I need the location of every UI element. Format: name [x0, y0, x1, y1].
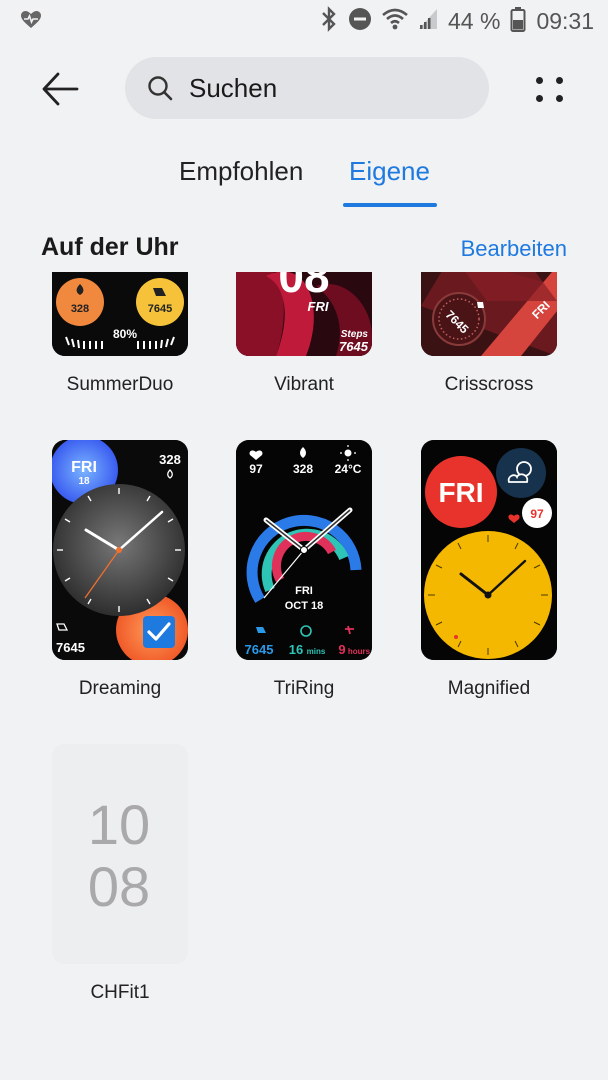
steps-value: 7645	[245, 642, 274, 657]
watchface-thumbnail: FRI 97	[421, 440, 557, 660]
watchface-vibrant[interactable]: 08 FRI Steps 7645 Vibrant	[236, 272, 372, 395]
watchface-name: Crisscross	[444, 374, 534, 395]
edit-button[interactable]: Bearbeiten	[461, 236, 567, 262]
clock: 09:31	[536, 7, 594, 34]
watchface-name: SummerDuo	[66, 374, 174, 395]
watchface-thumbnail: FRI 18 328 7645	[52, 440, 188, 660]
dot	[536, 95, 543, 102]
sun-icon	[344, 449, 352, 457]
back-button[interactable]	[36, 67, 84, 111]
watchface-summerduo[interactable]: 328 7645 80% SummerDuo	[52, 272, 188, 395]
day-value: FRI	[308, 299, 329, 314]
watchface-dreaming[interactable]: FRI 18 328 7645 Dreaming	[52, 440, 188, 699]
do-not-disturb-icon	[348, 7, 372, 36]
health-heart-icon	[20, 10, 42, 35]
more-options-button[interactable]	[530, 71, 570, 107]
dot	[556, 95, 563, 102]
steps-value: 7645	[56, 640, 85, 655]
calories-value: 328	[293, 462, 313, 476]
wifi-icon	[382, 7, 408, 36]
heart-value: 97	[249, 462, 263, 476]
day-value: FRI	[71, 459, 97, 476]
watchface-name: Magnified	[447, 678, 531, 699]
section-title: Auf der Uhr	[41, 233, 179, 261]
bluetooth-icon	[320, 5, 338, 37]
dot	[536, 77, 543, 84]
dot	[556, 77, 563, 84]
steps-value: 7645	[339, 339, 369, 354]
search-bar[interactable]	[125, 57, 489, 119]
watchface-thumbnail: 7645 FRI	[421, 272, 557, 356]
signal-icon	[418, 8, 438, 35]
battery-percent: 44 %	[448, 7, 501, 34]
minutes-value: 16	[289, 642, 303, 657]
date-value: OCT 18	[285, 600, 324, 612]
watchface-name: Dreaming	[78, 678, 162, 699]
status-bar: 44 % 09:31	[0, 0, 608, 44]
tab-empfohlen[interactable]: Empfohlen	[179, 156, 303, 187]
heart-value: 97	[530, 507, 544, 521]
search-icon	[147, 75, 173, 101]
day-value: FRI	[438, 477, 483, 508]
watchface-crisscross[interactable]: 7645 FRI Crisscross	[421, 272, 557, 395]
watchface-magnified[interactable]: FRI 97 Magnified	[421, 440, 557, 699]
minutes-unit: mins	[307, 647, 326, 656]
active-tab-indicator	[343, 203, 437, 207]
watchface-thumbnail: 10 08	[52, 744, 188, 964]
hour-value: 10	[88, 793, 150, 856]
watchface-thumbnail: 08 FRI Steps 7645	[236, 272, 372, 356]
search-input[interactable]	[189, 72, 439, 104]
battery-icon	[510, 6, 526, 37]
steps-circle	[136, 278, 184, 326]
watchface-name: Vibrant	[274, 374, 334, 395]
watchface-chfit1[interactable]: 10 08 CHFit1	[52, 744, 188, 1003]
watchface-grid: 328 7645 80% SummerDuo 08 FRI Steps 7645…	[0, 272, 608, 1080]
steps-value: 7645	[148, 303, 172, 315]
temperature-value: 24°C	[335, 462, 362, 476]
battery-value: 80%	[113, 327, 137, 341]
day-value: FRI	[295, 585, 313, 597]
tab-bar: Empfohlen Eigene	[0, 150, 608, 210]
back-arrow-icon	[42, 72, 79, 106]
hours-unit: hours	[348, 647, 371, 656]
date-value: 18	[78, 476, 90, 487]
top-bar	[0, 55, 608, 121]
hours-value: 9	[338, 642, 345, 657]
tab-eigene[interactable]: Eigene	[349, 156, 430, 187]
watchface-name: TriRing	[273, 678, 335, 699]
shoe-icon	[477, 302, 484, 308]
calories-value: 328	[159, 452, 181, 467]
watchface-triring[interactable]: 97 328 24°C FRI OCT 18 7645 16 mins 9 ho…	[236, 440, 372, 699]
watchface-thumbnail: 97 328 24°C FRI OCT 18 7645 16 mins 9 ho…	[236, 440, 372, 660]
calories-value: 328	[71, 303, 89, 315]
watchface-thumbnail: 328 7645 80%	[52, 272, 188, 356]
minute-value: 08	[88, 855, 150, 918]
hour-value: 08	[278, 272, 329, 302]
watchface-name: CHFit1	[90, 982, 150, 1003]
